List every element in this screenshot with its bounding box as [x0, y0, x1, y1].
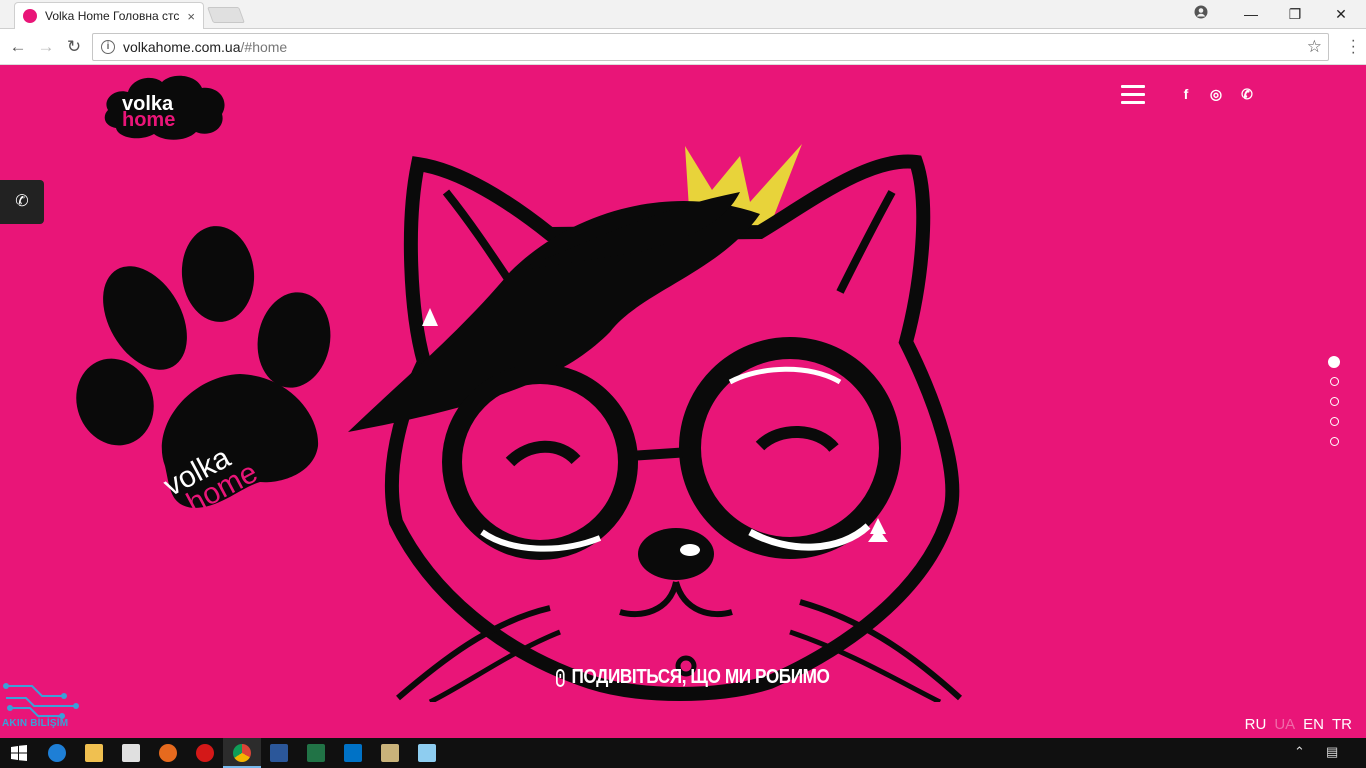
volka-home-logo[interactable]: volka home: [100, 70, 228, 142]
scroll-down-link[interactable]: ПОДИВІТЬСЯ, ЩО МИ РОБИМО: [556, 666, 830, 689]
url-host: volkahome.com.ua: [123, 39, 241, 55]
lang-ru[interactable]: RU: [1240, 714, 1271, 735]
slider-dot[interactable]: [1329, 377, 1339, 386]
slider-dot[interactable]: [1329, 417, 1339, 426]
notification-icon[interactable]: ▤: [1326, 744, 1338, 760]
watermark-text: AKIN BİLİŞİM: [2, 718, 69, 729]
slider-pagination: [1327, 356, 1341, 457]
facebook-icon[interactable]: f: [1177, 86, 1195, 102]
minimize-button[interactable]: —: [1236, 4, 1266, 24]
browser-menu-icon[interactable]: · · ·: [1351, 33, 1356, 61]
windows-start-icon[interactable]: [10, 744, 28, 762]
chevron-up-icon[interactable]: ⌃: [1294, 744, 1305, 760]
new-tab-button[interactable]: [207, 7, 245, 23]
mouse-scroll-icon: [556, 668, 565, 687]
bell-icon: [422, 308, 438, 326]
instagram-icon[interactable]: ◎: [1207, 86, 1225, 103]
paint-icon[interactable]: [381, 744, 399, 762]
browser-toolbar: ← → ↻ i volkahome.com.ua/#home ☆ · · ·: [0, 29, 1366, 65]
reload-icon[interactable]: ↻: [64, 37, 84, 57]
notepad-icon[interactable]: [418, 744, 436, 762]
close-window-button[interactable]: ✕: [1326, 4, 1356, 24]
browser-tab-bar: Volka Home Головна стс × — ❐ ✕: [0, 0, 1366, 29]
file-explorer-icon[interactable]: [85, 744, 103, 762]
hero-section: volka home f ◎ ✆ ✆ volka home ПОДИВІТЬСЯ…: [0, 66, 1366, 738]
browser-tab[interactable]: Volka Home Головна стс ×: [14, 2, 204, 29]
back-arrow-icon[interactable]: ←: [8, 37, 28, 57]
slider-dot[interactable]: [1329, 437, 1339, 446]
forward-arrow-icon[interactable]: →: [36, 37, 56, 57]
lang-tr[interactable]: TR: [1328, 714, 1356, 735]
lang-en[interactable]: EN: [1299, 714, 1328, 735]
cta-text: ПОДИВІТЬСЯ, ЩО МИ РОБИМО: [571, 666, 830, 688]
logo-text-bottom: home: [122, 109, 175, 131]
restore-button[interactable]: ❐: [1280, 4, 1310, 24]
callback-phone-button[interactable]: ✆: [0, 180, 44, 224]
tab-title: Volka Home Головна стс: [45, 9, 180, 23]
slider-dot[interactable]: [1328, 356, 1340, 368]
excel-icon[interactable]: [307, 744, 325, 762]
slider-dot[interactable]: [1329, 397, 1339, 406]
tab-close-icon[interactable]: ×: [187, 9, 195, 24]
edge-icon[interactable]: [48, 744, 66, 762]
url-path: /#home: [240, 39, 288, 55]
opera-icon[interactable]: [196, 744, 214, 762]
outlook-icon[interactable]: [344, 744, 362, 762]
site-favicon-icon: [23, 9, 37, 23]
profile-icon[interactable]: [1186, 4, 1216, 24]
cat-with-crown-illustration: [348, 144, 963, 702]
word-icon[interactable]: [270, 744, 288, 762]
firefox-icon[interactable]: [159, 744, 177, 762]
language-switcher: RU UA EN TR: [1240, 714, 1356, 735]
menu-icon[interactable]: [1121, 85, 1145, 105]
chrome-icon[interactable]: [233, 744, 251, 762]
address-bar[interactable]: i volkahome.com.ua/#home ☆: [92, 33, 1329, 61]
site-info-icon[interactable]: i: [101, 40, 115, 54]
windows-taskbar: ⌃ ▤: [0, 738, 1366, 768]
phone-icon[interactable]: ✆: [1238, 86, 1256, 103]
paw-print-illustration: volka home: [76, 226, 331, 516]
store-icon[interactable]: [122, 744, 140, 762]
bookmark-star-icon[interactable]: ☆: [1307, 37, 1322, 57]
lang-ua[interactable]: UA: [1270, 714, 1300, 735]
